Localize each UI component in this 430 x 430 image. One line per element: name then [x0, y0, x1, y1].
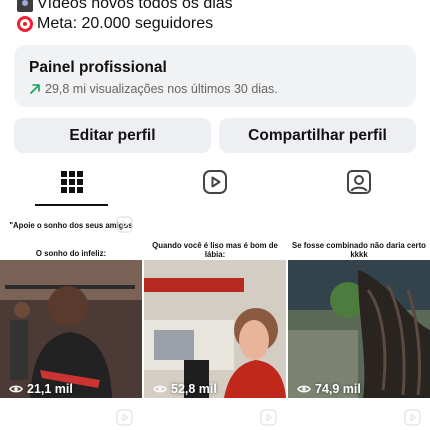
professional-dashboard-subtitle: 29,8 mi visualizações nos últimos 30 dia…: [45, 82, 278, 96]
trend-up-arrow-icon: [30, 84, 40, 94]
camera-emoji-icon: [17, 0, 33, 12]
professional-dashboard-panel[interactable]: Painel profissional 29,8 mi visualizaçõe…: [14, 45, 416, 107]
bio-line-goal: Meta: 20.000 seguidores: [17, 14, 417, 34]
active-tab-indicator: [35, 204, 108, 206]
bio-line-videos-text: Vídeos novos todos os dias: [37, 0, 233, 12]
reel-badge-icon: [404, 409, 421, 426]
outdoor-scene-image: [288, 260, 430, 398]
post-tile[interactable]: "Apoie o sonho dos seus amigos O sonho d…: [0, 208, 142, 398]
post-tile-partial[interactable]: [0, 404, 142, 430]
post-tile[interactable]: Quando você é liso mas é bom de lábia: 5…: [144, 208, 286, 398]
tab-reels[interactable]: [143, 158, 287, 206]
views-eye-icon: [297, 385, 311, 393]
reel-badge-icon: [116, 409, 133, 426]
post-view-count: 21,1 mil: [9, 382, 73, 396]
reel-badge-icon: [260, 409, 277, 426]
reels-icon: [203, 170, 227, 194]
woman-scene-image: [144, 260, 286, 398]
share-profile-button[interactable]: Compartilhar perfil: [219, 118, 416, 153]
post-view-count: 52,8 mil: [153, 382, 217, 396]
post-caption-top: Quando você é liso mas é bom de lábia:: [152, 241, 278, 259]
views-eye-icon: [153, 385, 167, 393]
post-tile[interactable]: Se fosse combinado não daria certo kkkk …: [288, 208, 430, 398]
edit-profile-button[interactable]: Editar perfil: [14, 118, 211, 153]
post-thumbnail: 74,9 mil: [288, 260, 430, 398]
professional-dashboard-stats: 29,8 mi visualizações nos últimos 30 dia…: [29, 81, 401, 97]
bio: Vídeos novos todos os dias Meta: 20.000 …: [17, 0, 417, 34]
reel-badge-icon: [116, 216, 133, 233]
profile-tabs: [0, 158, 430, 206]
post-tile-partial[interactable]: [288, 404, 430, 430]
tagged-person-icon: [347, 170, 371, 194]
post-view-count: 74,9 mil: [297, 382, 361, 396]
bio-line-goal-text: Meta: 20.000 seguidores: [37, 15, 214, 32]
post-caption-top: Se fosse combinado não daria certo kkkk: [292, 241, 426, 259]
post-caption-bottom: O sonho do infeliz:: [35, 249, 107, 258]
tab-tagged[interactable]: [287, 158, 430, 206]
views-eye-icon: [9, 385, 23, 393]
post-thumbnail: 52,8 mil: [144, 260, 286, 398]
grid-icon: [61, 171, 83, 193]
posts-grid: "Apoie o sonho dos seus amigos O sonho d…: [0, 208, 430, 430]
target-emoji-icon: [17, 16, 33, 32]
gym-scene-image: [0, 260, 142, 398]
post-tile-partial[interactable]: [144, 404, 286, 430]
post-view-count-value: 21,1 mil: [27, 382, 73, 396]
professional-dashboard-title: Painel profissional: [29, 59, 167, 76]
post-view-count-value: 52,8 mil: [171, 382, 217, 396]
bio-line-videos: Vídeos novos todos os dias: [17, 0, 417, 14]
post-view-count-value: 74,9 mil: [315, 382, 361, 396]
post-thumbnail: 21,1 mil: [0, 260, 142, 398]
tab-grid[interactable]: [0, 158, 144, 206]
